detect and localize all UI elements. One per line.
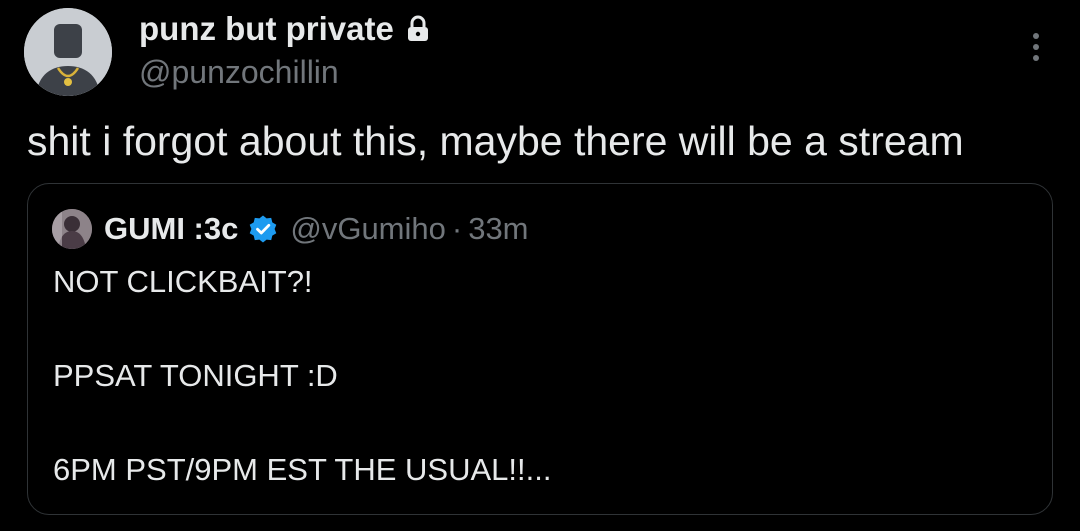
lock-icon bbox=[407, 15, 428, 41]
quoted-tweet-card[interactable]: GUMI :3c @vGumiho · 33m NOT CLICKBAIT?! … bbox=[27, 183, 1053, 515]
header-separator: · bbox=[451, 211, 463, 246]
quoted-tweet-line: NOT CLICKBAIT?! bbox=[53, 264, 313, 299]
quoted-tweet-time[interactable]: 33m bbox=[468, 211, 528, 247]
quoted-author-avatar[interactable] bbox=[52, 209, 92, 249]
avatar-figure-icon bbox=[24, 8, 112, 96]
quoted-author-handle[interactable]: @vGumiho bbox=[290, 211, 446, 247]
quoted-tweet-header: GUMI :3c @vGumiho · 33m bbox=[104, 209, 529, 249]
author-name-text[interactable]: punz but private bbox=[139, 10, 394, 48]
author-avatar[interactable] bbox=[24, 8, 112, 96]
author-handle[interactable]: @punzochillin bbox=[139, 54, 339, 91]
author-name[interactable]: punz but private bbox=[139, 10, 430, 48]
verified-badge-icon bbox=[250, 215, 277, 243]
quoted-avatar-image-icon bbox=[52, 209, 92, 249]
quoted-author-name[interactable]: GUMI :3c bbox=[104, 211, 238, 247]
tweet-text: shit i forgot about this, maybe there wi… bbox=[27, 118, 964, 164]
quoted-tweet-line: PPSAT TONIGHT :D bbox=[53, 358, 338, 393]
quoted-tweet-line: 6PM PST/9PM EST THE USUAL!!... bbox=[53, 452, 552, 487]
more-vertical-icon[interactable] bbox=[1024, 30, 1048, 64]
